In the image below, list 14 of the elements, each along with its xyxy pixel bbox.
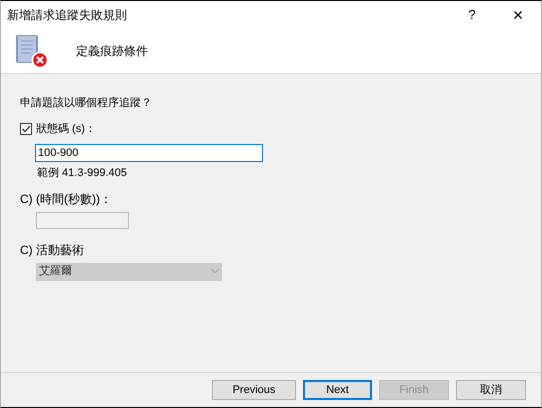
- close-button[interactable]: ×: [495, 6, 541, 24]
- window-title: 新增請求追蹤失敗規則: [7, 6, 128, 24]
- wizard-button[interactable]: Previous: [212, 380, 296, 400]
- example-text: 範例 41.3-999.405: [37, 166, 128, 181]
- page-heading: 定義痕跡條件: [76, 42, 148, 60]
- checkbox[interactable]: [20, 122, 32, 135]
- wizard-button[interactable]: 取消: [456, 380, 526, 400]
- wizard-button[interactable]: Next: [303, 380, 372, 400]
- status-code-field[interactable]: 100-900: [35, 144, 263, 162]
- checkbox-label: 狀態碼 (s)：: [36, 122, 96, 136]
- question-text: 申請題該以哪個程序追蹤？: [20, 96, 153, 111]
- notebook-error-icon: [13, 32, 49, 68]
- chevron-icon: [211, 269, 219, 274]
- help-button[interactable]: ?: [449, 4, 495, 24]
